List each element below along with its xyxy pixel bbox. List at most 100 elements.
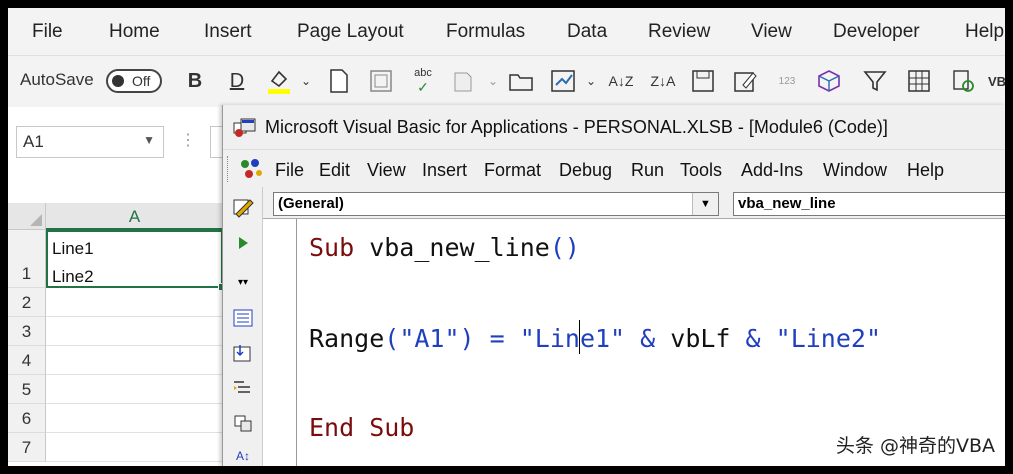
fill-color-icon[interactable]: [264, 66, 294, 96]
sort-ascending-icon[interactable]: A↓Z: [606, 66, 636, 96]
tab-help[interactable]: Help: [965, 21, 1004, 43]
code-line-range: Range("A1") = "Line1" & vbLf & "Line2": [309, 320, 881, 357]
cell-a1-line2: Line2: [52, 267, 94, 286]
collapse-icon[interactable]: ▾▾: [231, 271, 255, 293]
row-header-7[interactable]: 7: [8, 433, 46, 462]
cell-a4[interactable]: [46, 346, 223, 375]
code-line-end-sub: End Sub: [309, 413, 414, 442]
tab-view[interactable]: View: [751, 21, 792, 43]
keyword-end-sub: End Sub: [309, 413, 415, 442]
vba-app-icon: [233, 117, 257, 139]
ampersand-1: &: [625, 324, 671, 353]
excel-ribbon-tabs: File Home Insert Page Layout Formulas Da…: [8, 8, 1005, 55]
double-underline-icon[interactable]: D: [222, 66, 252, 96]
number-format-icon[interactable]: 123: [772, 66, 802, 96]
tab-review[interactable]: Review: [648, 21, 710, 43]
text-caret: [579, 320, 581, 354]
menu-run[interactable]: Run: [631, 160, 664, 181]
code-line-sub: Sub vba_new_line(): [309, 233, 580, 262]
tab-file[interactable]: File: [32, 21, 63, 43]
row-header-3[interactable]: 3: [8, 317, 46, 346]
bookmark-icon[interactable]: A↕: [231, 445, 255, 466]
procedure-dropdown[interactable]: vba_new_line: [733, 192, 1005, 216]
proc-name: vba_new_line: [354, 233, 550, 262]
cell-a1-line1: Line1: [52, 239, 94, 258]
row-header-4[interactable]: 4: [8, 346, 46, 375]
row-header-5[interactable]: 5: [8, 375, 46, 404]
menu-format[interactable]: Format: [484, 160, 541, 181]
open-folder-icon[interactable]: [506, 66, 536, 96]
menu-file[interactable]: File: [275, 160, 304, 181]
new-document-icon[interactable]: [324, 66, 354, 96]
string-line1-a: "Lin: [519, 324, 580, 353]
column-header-a[interactable]: A: [46, 203, 223, 230]
vba-title-bar[interactable]: Microsoft Visual Basic for Applications …: [223, 105, 1005, 149]
tab-formulas[interactable]: Formulas: [446, 21, 525, 43]
vba-editor-window: Microsoft Visual Basic for Applications …: [222, 105, 1005, 466]
menu-debug[interactable]: Debug: [559, 160, 612, 181]
tab-insert[interactable]: Insert: [204, 21, 252, 43]
menu-add-ins[interactable]: Add-Ins: [741, 160, 803, 181]
edit-icon[interactable]: [730, 66, 760, 96]
step-into-icon[interactable]: [231, 342, 255, 364]
chevron-down-icon[interactable]: ⌄: [478, 66, 508, 96]
refresh-icon[interactable]: [948, 66, 978, 96]
menu-insert[interactable]: Insert: [422, 160, 467, 181]
sort-descending-icon[interactable]: Z↓A: [648, 66, 678, 96]
spelling-icon[interactable]: abc ✓: [408, 66, 438, 96]
chevron-down-icon[interactable]: ⌄: [291, 66, 321, 96]
menu-help[interactable]: Help: [907, 160, 944, 181]
chart-icon[interactable]: [548, 66, 578, 96]
object-dropdown[interactable]: (General) ▼: [273, 192, 719, 216]
watermark: 头条 @神奇的VBA: [835, 435, 995, 457]
cell-a7[interactable]: [46, 433, 223, 462]
name-box[interactable]: A1 ▼: [16, 126, 164, 158]
worksheet-grid: A 1 2 3 4 5 6 7 Line1 Line2: [8, 203, 226, 466]
cell-a1[interactable]: Line1 Line2: [46, 230, 226, 291]
cell-a2[interactable]: [46, 288, 223, 317]
toolbar-grip[interactable]: [227, 156, 230, 182]
row-header-6[interactable]: 6: [8, 404, 46, 433]
list-properties-icon[interactable]: [231, 307, 255, 329]
toggle-knob: [112, 75, 124, 87]
save-icon[interactable]: [688, 66, 718, 96]
cube-icon[interactable]: [814, 66, 844, 96]
run-icon[interactable]: [231, 232, 255, 254]
string-line1-b: e1": [579, 324, 626, 353]
row-header-1[interactable]: 1: [8, 230, 46, 288]
vba-icon[interactable]: VB: [982, 66, 1005, 96]
properties-icon[interactable]: [231, 197, 255, 219]
name-box-value: A1: [23, 132, 44, 151]
keyword-sub: Sub: [309, 233, 355, 262]
bold-icon[interactable]: B: [180, 66, 210, 96]
chevron-down-icon[interactable]: ⌄: [576, 66, 606, 96]
chevron-down-icon[interactable]: ▼: [692, 193, 718, 215]
parens: (): [549, 233, 580, 262]
table-icon[interactable]: [904, 66, 934, 96]
autosave-toggle[interactable]: Off: [106, 69, 162, 93]
chevron-down-icon[interactable]: ▼: [143, 133, 155, 147]
row-header-2[interactable]: 2: [8, 288, 46, 317]
filter-icon[interactable]: [860, 66, 890, 96]
code-margin[interactable]: [263, 219, 297, 466]
vblf-constant: vbLf: [670, 324, 731, 353]
ampersand-2: &: [730, 324, 776, 353]
cell-a6[interactable]: [46, 404, 223, 433]
tab-page-layout[interactable]: Page Layout: [297, 21, 404, 43]
select-all-button[interactable]: [8, 203, 46, 230]
menu-view[interactable]: View: [367, 160, 406, 181]
menu-tools[interactable]: Tools: [680, 160, 722, 181]
menu-window[interactable]: Window: [823, 160, 887, 181]
tab-developer[interactable]: Developer: [833, 21, 920, 43]
outdent-icon[interactable]: [231, 412, 255, 434]
shapes-icon[interactable]: [448, 66, 478, 96]
tab-home[interactable]: Home: [109, 21, 160, 43]
menu-edit[interactable]: Edit: [319, 160, 350, 181]
print-preview-icon[interactable]: [366, 66, 396, 96]
code-window[interactable]: Sub vba_new_line() Range("A1") = "Line1"…: [263, 219, 1005, 466]
indent-icon[interactable]: [231, 377, 255, 399]
cell-a5[interactable]: [46, 375, 223, 404]
tab-data[interactable]: Data: [567, 21, 607, 43]
cell-a3[interactable]: [46, 317, 223, 346]
code-dropdowns: (General) ▼ vba_new_line: [263, 187, 1005, 219]
